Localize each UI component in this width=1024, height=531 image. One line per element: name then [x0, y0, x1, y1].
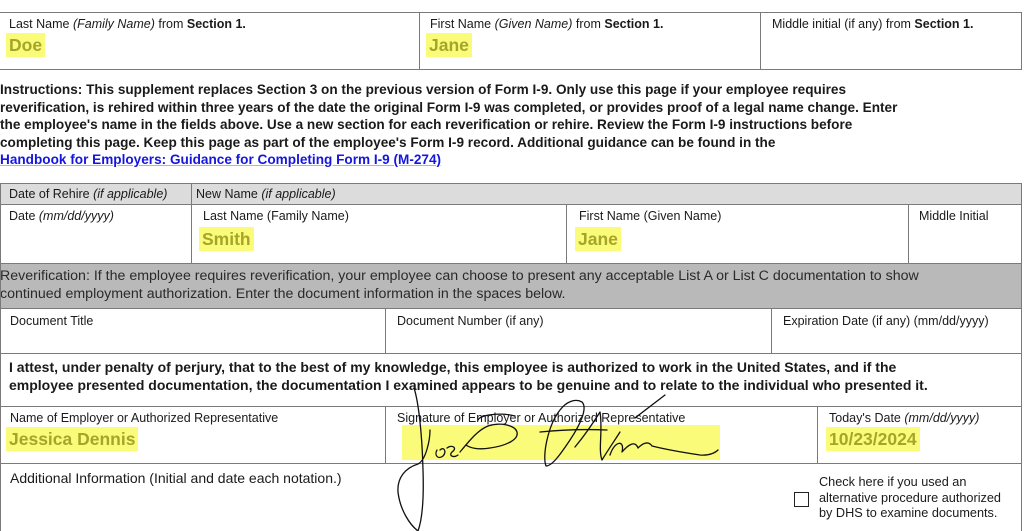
- signature-stroke-ennis: [609, 442, 719, 456]
- signature-stroke-tick: [634, 394, 666, 419]
- signature-stroke-loop: [459, 423, 518, 453]
- signature-stroke-d: [544, 399, 585, 467]
- signature-stroke-s: [446, 445, 459, 458]
- signature-stroke-o: [435, 448, 446, 459]
- signature-stroke-j: [397, 387, 431, 531]
- handwritten-signature: [397, 387, 719, 531]
- signature-stroke-e: [477, 413, 516, 421]
